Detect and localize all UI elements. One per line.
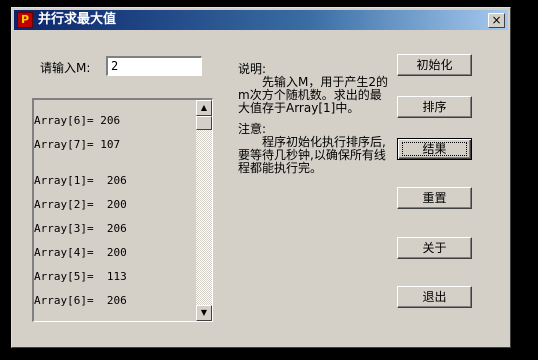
scrollbar-thumb[interactable]: [196, 116, 212, 130]
list-item: Array[7]= 107: [34, 138, 121, 151]
window-title: 并行求最大值: [38, 12, 117, 27]
about-button[interactable]: 关于: [397, 237, 472, 259]
list-item: Array[5]= 113: [34, 270, 127, 283]
result-button[interactable]: 结果: [397, 138, 472, 160]
list-item: Array[4]= 200: [34, 246, 127, 259]
init-button[interactable]: 初始化: [397, 54, 472, 76]
note-text: 程序初始化执行排序后,要等待几秒钟,以确保所有线程都能执行完。: [238, 135, 386, 175]
array-output-listbox[interactable]: Array[6]= 206 Array[7]= 107 Array[1]= 20…: [32, 98, 213, 322]
app-icon: P: [17, 12, 33, 28]
exit-button[interactable]: 退出: [397, 286, 472, 308]
main-window: P 并行求最大值 × 请输入M: 2 Array[6]= 206 Array[7…: [11, 7, 511, 348]
scroll-down-arrow-icon[interactable]: ▼: [196, 305, 212, 321]
m-input[interactable]: 2: [106, 56, 202, 76]
list-item: Array[3]= 206: [34, 222, 127, 235]
close-button[interactable]: ×: [488, 13, 505, 28]
sort-button[interactable]: 排序: [397, 96, 472, 118]
result-button-label: 结果: [422, 142, 447, 156]
title-bar[interactable]: P 并行求最大值 ×: [14, 10, 508, 30]
reset-button[interactable]: 重置: [397, 187, 472, 209]
list-item: Array[6]= 206: [34, 114, 121, 127]
vertical-scrollbar[interactable]: ▲ ▼: [196, 100, 212, 321]
list-item: Array[1]= 206: [34, 174, 127, 187]
scroll-up-arrow-icon[interactable]: ▲: [196, 100, 212, 116]
input-m-label: 请输入M:: [40, 61, 91, 75]
list-item: Array[2]= 200: [34, 198, 127, 211]
list-item: Array[6]= 206: [34, 294, 127, 307]
description-text: 先输入M，用于产生2的m次方个随机数。求出的最大值存于Array[1]中。: [238, 75, 388, 115]
